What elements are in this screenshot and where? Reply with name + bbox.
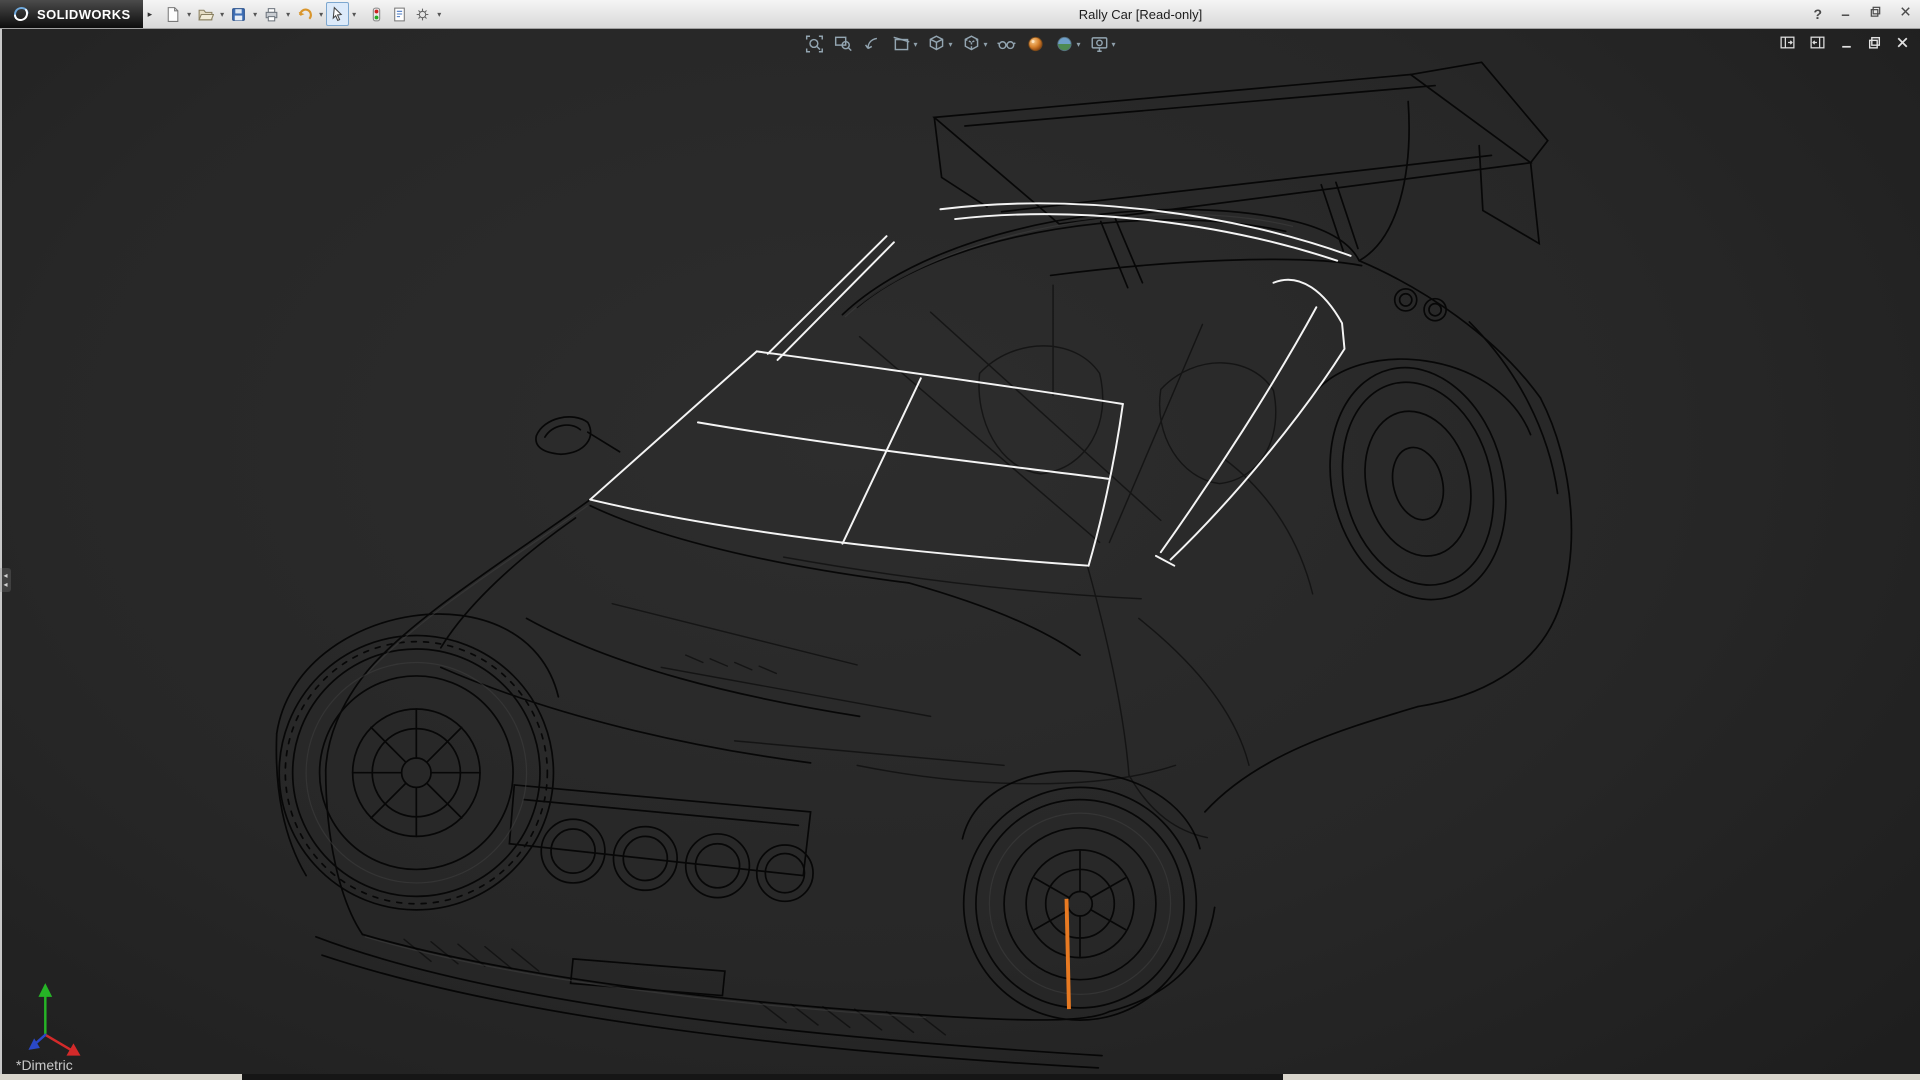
taskbar-dark-segment: [242, 1074, 1283, 1080]
window-minimize-icon: [1839, 5, 1852, 18]
standard-toolbar: ▾ ▾ ▾ ▾: [161, 2, 444, 26]
new-document-icon: [164, 6, 181, 23]
document-window-controls: [1779, 34, 1910, 51]
save-icon: [230, 6, 247, 23]
collapse-left-arrow: ◂: [3, 580, 7, 589]
collapse-left-arrow: ◂: [3, 571, 7, 580]
undo-caret[interactable]: ▾: [316, 10, 326, 19]
title-bar: SOLIDWORKS ▸ ▾ ▾ ▾: [0, 0, 1920, 29]
zoom-to-area-icon: [833, 34, 853, 54]
select-tool-button[interactable]: [326, 2, 349, 26]
print-icon: [263, 6, 280, 23]
taskbar-sliver: [0, 1074, 1920, 1080]
print-button[interactable]: [260, 2, 283, 26]
section-view-caret[interactable]: ▾: [913, 40, 917, 49]
menu-expand-arrow[interactable]: ▸: [148, 9, 153, 20]
previous-view-icon: [862, 34, 882, 54]
apply-scene-button[interactable]: ▾: [1054, 33, 1082, 55]
reference-triad: [31, 986, 79, 1055]
section-view-button[interactable]: ▾: [890, 33, 918, 55]
window-close-button[interactable]: [1899, 5, 1912, 23]
doc-close-icon: [1895, 35, 1910, 50]
doc-minimize-button[interactable]: [1839, 35, 1854, 50]
collapse-right-pane-button[interactable]: [1809, 34, 1826, 51]
display-style-caret[interactable]: ▾: [983, 40, 987, 49]
file-properties-icon: [391, 6, 408, 23]
edit-appearance-button[interactable]: [1025, 33, 1047, 55]
left-pane-collapse-handle[interactable]: ◂ ◂: [0, 568, 11, 592]
section-view-icon: [891, 34, 911, 54]
display-style-icon: [961, 34, 981, 54]
doc-restore-button[interactable]: [1867, 35, 1882, 50]
previous-view-button[interactable]: [861, 33, 883, 55]
edit-appearance-icon: [1026, 34, 1046, 54]
window-minimize-button[interactable]: [1839, 5, 1852, 23]
select-cursor-icon: [329, 6, 346, 23]
options-caret[interactable]: ▾: [434, 10, 444, 19]
zoom-to-fit-icon: [804, 34, 824, 54]
window-maximize-icon: [1869, 5, 1882, 18]
undo-icon: [296, 6, 313, 23]
hide-show-items-button[interactable]: [996, 33, 1018, 55]
view-settings-icon: [1090, 34, 1110, 54]
highlighted-glass-edges: [590, 203, 1350, 565]
select-tool-caret[interactable]: ▾: [349, 10, 359, 19]
selected-edge-highlight[interactable]: [1067, 899, 1069, 1009]
3ds-logo-icon: [12, 5, 30, 23]
display-style-button[interactable]: ▾: [960, 33, 988, 55]
titlebar-right-controls: ?: [1813, 0, 1912, 28]
view-orientation-label: *Dimetric: [16, 1057, 73, 1073]
new-document-button[interactable]: [161, 2, 184, 26]
file-properties-button[interactable]: [388, 2, 411, 26]
open-button[interactable]: [194, 2, 217, 26]
zoom-to-area-button[interactable]: [832, 33, 854, 55]
heads-up-view-toolbar: ▾ ▾ ▾: [803, 33, 1116, 55]
new-document-caret[interactable]: ▾: [184, 10, 194, 19]
solidworks-logo: SOLIDWORKS: [0, 0, 143, 28]
brand-name: SOLIDWORKS: [37, 7, 131, 22]
window-frame-edge: [0, 28, 2, 1074]
options-gear-icon: [414, 6, 431, 23]
doc-close-button[interactable]: [1895, 35, 1910, 50]
view-orientation-button[interactable]: ▾: [925, 33, 953, 55]
options-button[interactable]: [411, 2, 434, 26]
print-caret[interactable]: ▾: [283, 10, 293, 19]
apply-scene-icon: [1055, 34, 1075, 54]
rebuild-button[interactable]: [365, 2, 388, 26]
hide-show-items-icon: [997, 34, 1017, 54]
collapse-left-pane-icon: [1779, 34, 1796, 51]
zoom-to-fit-button[interactable]: [803, 33, 825, 55]
undo-button[interactable]: [293, 2, 316, 26]
rally-car-interior-lines: [404, 285, 1313, 1035]
rally-car-wireframe: [276, 62, 1571, 1068]
rebuild-stoplight-icon: [368, 6, 385, 23]
open-folder-icon: [197, 6, 214, 23]
save-caret[interactable]: ▾: [250, 10, 260, 19]
apply-scene-caret[interactable]: ▾: [1077, 40, 1081, 49]
view-orientation-icon: [926, 34, 946, 54]
collapse-right-pane-icon: [1809, 34, 1826, 51]
graphics-viewport[interactable]: ▾ ▾ ▾: [0, 28, 1920, 1074]
doc-minimize-icon: [1839, 35, 1854, 50]
model-viewport-scene[interactable]: [0, 28, 1920, 1074]
solidworks-window: ▾ ▾ ▾: [0, 0, 1920, 1080]
doc-restore-icon: [1867, 35, 1882, 50]
view-orientation-caret[interactable]: ▾: [948, 40, 952, 49]
collapse-left-pane-button[interactable]: [1779, 34, 1796, 51]
window-title: Rally Car [Read-only]: [1079, 7, 1203, 22]
save-button[interactable]: [227, 2, 250, 26]
view-settings-button[interactable]: ▾: [1089, 33, 1117, 55]
open-caret[interactable]: ▾: [217, 10, 227, 19]
help-button[interactable]: ?: [1813, 6, 1822, 22]
view-settings-caret[interactable]: ▾: [1112, 40, 1116, 49]
window-close-icon: [1899, 5, 1912, 18]
window-maximize-button[interactable]: [1869, 5, 1882, 23]
